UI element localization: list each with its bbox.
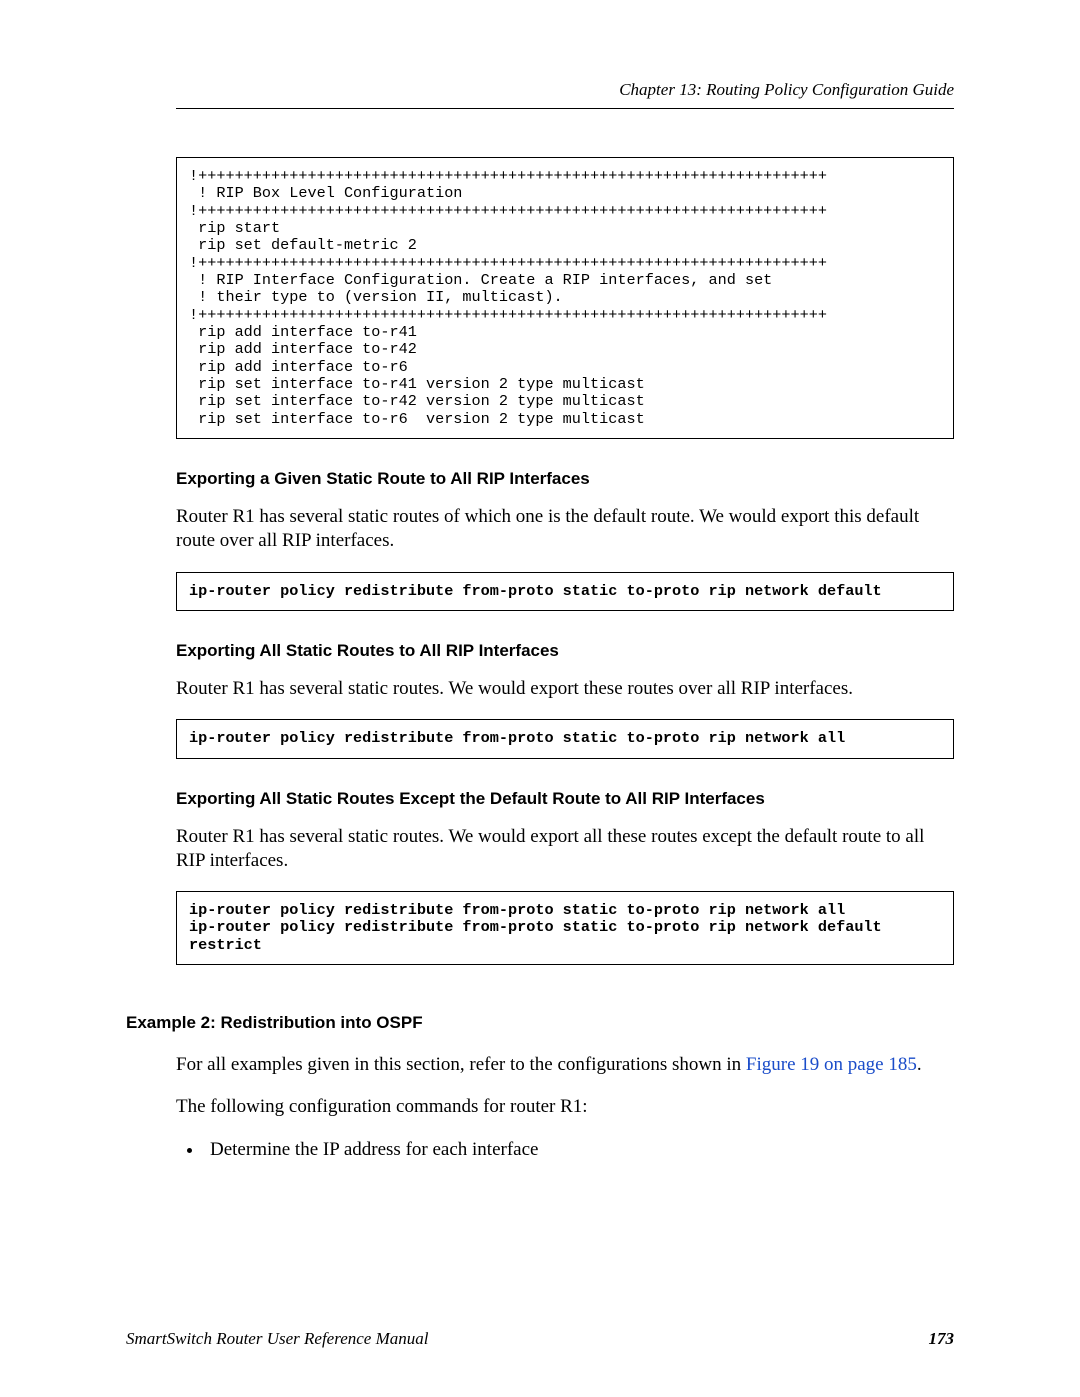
paragraph-export-given-static: Router R1 has several static routes of w… — [176, 505, 954, 554]
bullet-list: Determine the IP address for each interf… — [176, 1138, 954, 1163]
text-example-ref-post: . — [917, 1054, 922, 1075]
chapter-title: Chapter 13: Routing Policy Configuration… — [176, 80, 954, 108]
heading-export-given-static: Exporting a Given Static Route to All RI… — [176, 469, 954, 489]
footer-page-number: 173 — [929, 1329, 955, 1349]
header-rule: Chapter 13: Routing Policy Configuration… — [176, 80, 954, 109]
footer-manual-title: SmartSwitch Router User Reference Manual — [126, 1329, 428, 1348]
text-example-ref-pre: For all examples given in this section, … — [176, 1054, 746, 1075]
link-figure-19[interactable]: Figure 19 on page 185 — [746, 1054, 917, 1075]
page-container: Chapter 13: Routing Policy Configuration… — [0, 0, 1080, 1397]
code-block-redistribute-default: ip-router policy redistribute from-proto… — [176, 572, 954, 611]
code-block-redistribute-except-default: ip-router policy redistribute from-proto… — [176, 891, 954, 965]
code-block-rip-config: !+++++++++++++++++++++++++++++++++++++++… — [176, 157, 954, 439]
paragraph-example-ref: For all examples given in this section, … — [176, 1053, 954, 1077]
page-footer: SmartSwitch Router User Reference Manual… — [126, 1329, 954, 1349]
paragraph-export-all-static: Router R1 has several static routes. We … — [176, 677, 954, 701]
paragraph-export-except-default: Router R1 has several static routes. We … — [176, 825, 954, 874]
heading-example-2: Example 2: Redistribution into OSPF — [126, 1013, 954, 1033]
bullet-item-ip-address: Determine the IP address for each interf… — [204, 1138, 954, 1163]
heading-export-except-default: Exporting All Static Routes Except the D… — [176, 789, 954, 809]
paragraph-config-commands: The following configuration commands for… — [176, 1095, 954, 1119]
heading-export-all-static: Exporting All Static Routes to All RIP I… — [176, 641, 954, 661]
code-block-redistribute-all: ip-router policy redistribute from-proto… — [176, 719, 954, 758]
